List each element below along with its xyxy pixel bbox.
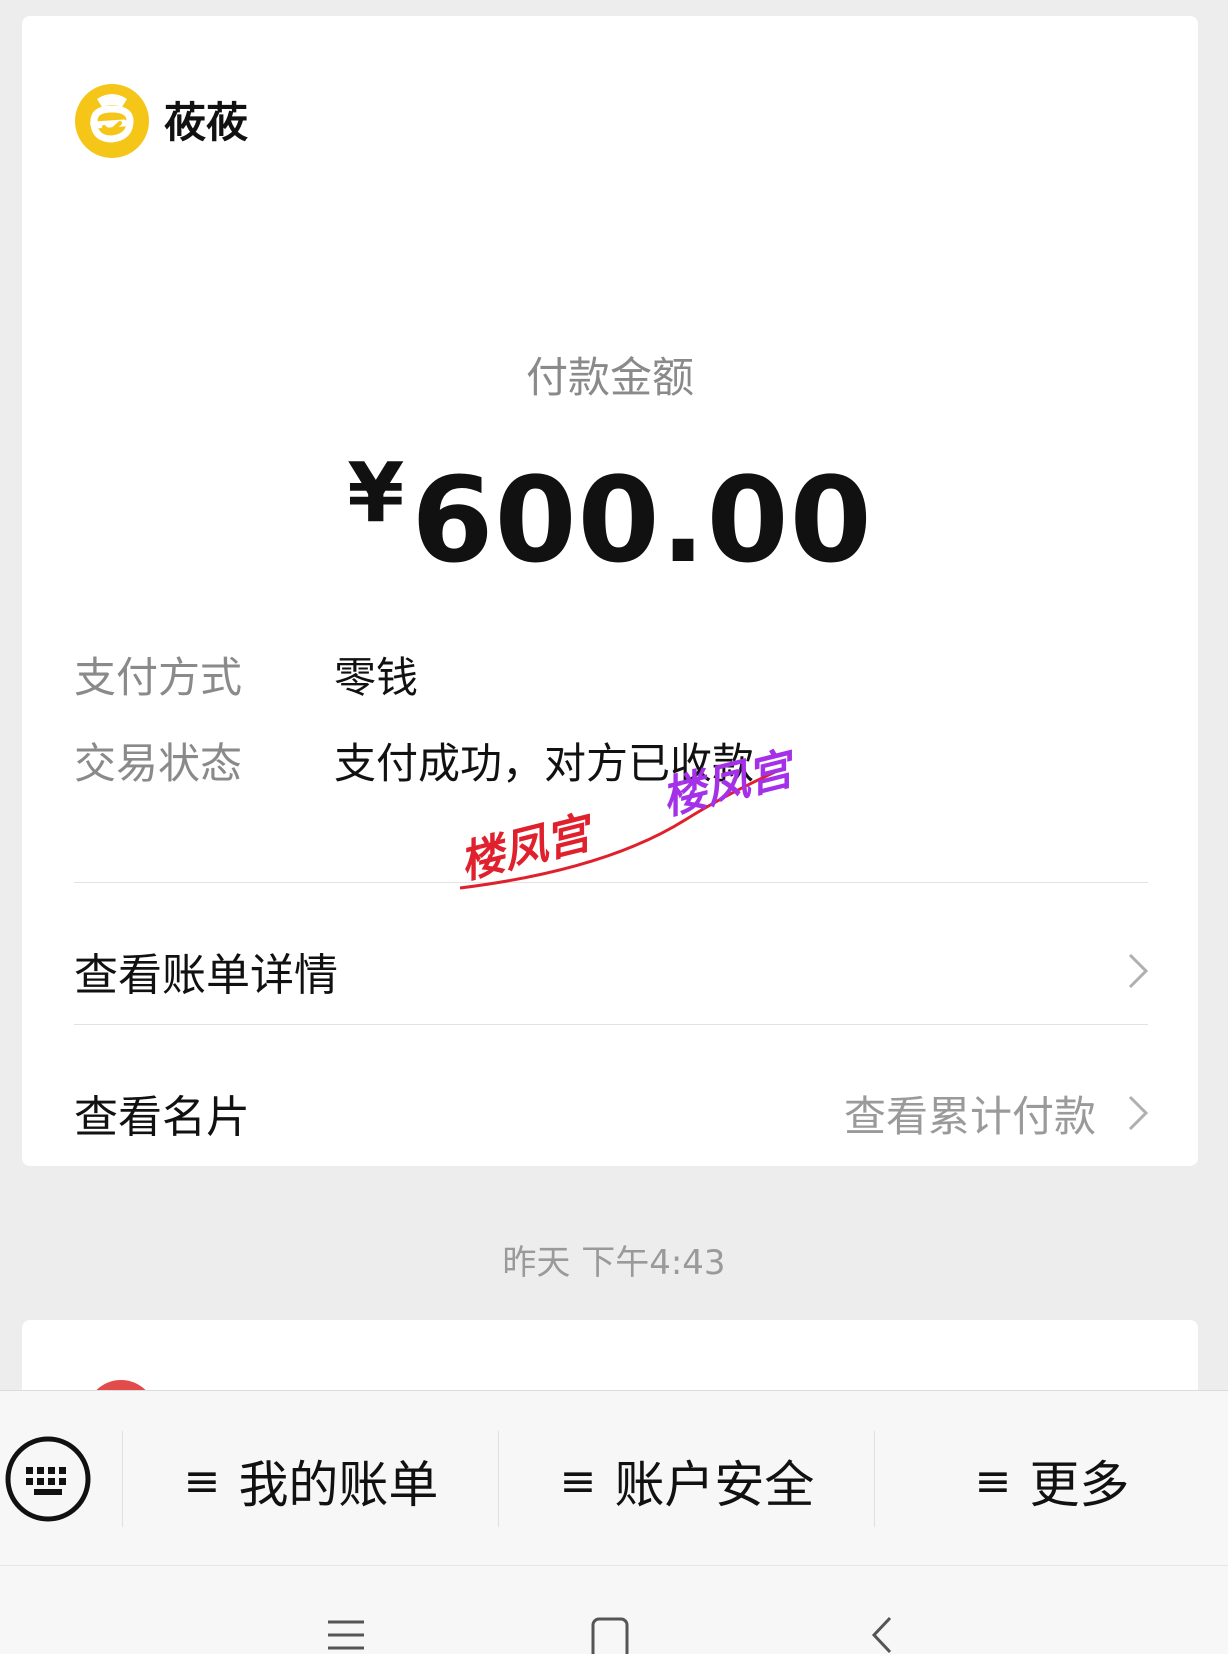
bill-details-link[interactable]: 查看账单详情 — [74, 916, 1150, 1026]
menu-my-bills[interactable]: ≡ 我的账单 — [124, 1433, 498, 1529]
menu-more-label: 更多 — [1029, 1456, 1130, 1514]
keyboard-toggle-icon[interactable] — [4, 1435, 92, 1523]
amount-label: 付款金额 — [525, 353, 694, 402]
menu-account-security-label: 账户安全 — [614, 1456, 815, 1514]
menu-icon: ≡ — [183, 1455, 221, 1507]
payment-method-row: 支付方式 零钱 — [74, 644, 418, 705]
amount-value: 600.00 — [411, 451, 873, 589]
service-menu-bar: ≡ 我的账单 ≡ 账户安全 ≡ 更多 — [0, 1390, 1228, 1566]
payment-card: 莜莜 付款金额 ¥600.00 支付方式 零钱 交易状态 支付成功，对方已收款 … — [22, 16, 1198, 1166]
payment-amount: ¥600.00 — [22, 446, 1198, 589]
merchant-logo-icon — [75, 84, 149, 158]
merchant-name: 莜莜 — [164, 97, 249, 147]
menu-separator — [874, 1431, 875, 1527]
merchant-header[interactable]: 莜莜 — [72, 79, 248, 159]
cumulative-payment-label: 查看累计付款 — [843, 1091, 1096, 1141]
menu-my-bills-label: 我的账单 — [238, 1456, 439, 1514]
recent-apps-icon[interactable] — [326, 1616, 366, 1654]
chevron-right-icon — [1128, 953, 1149, 989]
home-icon[interactable] — [590, 1616, 630, 1654]
menu-separator — [122, 1431, 123, 1527]
menu-icon: ≡ — [974, 1455, 1012, 1507]
menu-account-security[interactable]: ≡ 账户安全 — [500, 1433, 874, 1529]
currency-symbol: ¥ — [347, 446, 406, 541]
payment-method-value: 零钱 — [334, 653, 419, 702]
business-card-label: 查看名片 — [74, 1092, 250, 1143]
transaction-status-label: 交易状态 — [74, 739, 243, 788]
divider — [74, 1024, 1148, 1025]
menu-separator — [498, 1431, 499, 1527]
back-icon[interactable] — [866, 1616, 896, 1654]
menu-more[interactable]: ≡ 更多 — [876, 1433, 1228, 1529]
chevron-right-icon — [1128, 1095, 1149, 1131]
business-card-link[interactable]: 查看名片 查看累计付款 — [74, 1058, 1150, 1168]
menu-icon: ≡ — [559, 1455, 597, 1507]
bill-details-label: 查看账单详情 — [74, 950, 338, 1001]
cumulative-payment-link[interactable]: 查看累计付款 — [844, 1083, 1150, 1144]
payment-method-label: 支付方式 — [74, 653, 243, 702]
message-timestamp: 昨天 下午4:43 — [502, 1243, 726, 1283]
system-navigation-bar — [0, 1565, 1228, 1654]
